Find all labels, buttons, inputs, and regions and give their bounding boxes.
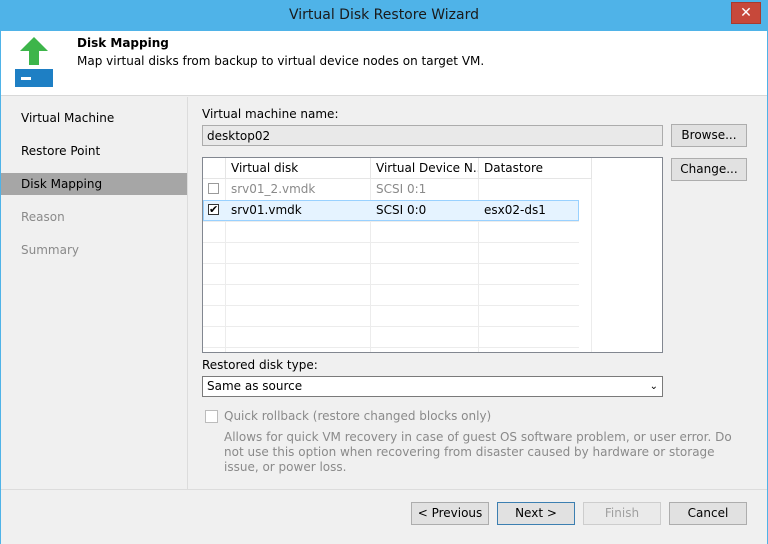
change-button[interactable]: Change... [671, 158, 747, 181]
finish-button: Finish [583, 502, 661, 525]
nav-item-virtual-machine[interactable]: Virtual Machine [1, 107, 187, 129]
nav-item-disk-mapping[interactable]: Disk Mapping [1, 173, 187, 195]
title-bar[interactable]: Virtual Disk Restore Wizard ✕ [1, 1, 767, 31]
step-title: Disk Mapping [77, 36, 169, 50]
nav-item-reason: Reason [21, 210, 65, 224]
wizard-steps-nav: Virtual Machine Restore Point Disk Mappi… [1, 97, 188, 489]
row-checkbox[interactable] [208, 183, 219, 194]
cell-device-node: SCSI 0:0 [376, 203, 427, 217]
quick-rollback-label: Quick rollback (restore changed blocks o… [224, 409, 492, 423]
close-icon: ✕ [740, 5, 752, 21]
step-content: Virtual machine name: desktop02 Browse..… [189, 97, 767, 489]
disk-type-select[interactable]: Same as source ⌄ [202, 376, 663, 397]
previous-button[interactable]: < Previous [411, 502, 489, 525]
disk-type-value: Same as source [207, 379, 303, 393]
row-checkbox-checked[interactable]: ✔ [208, 204, 219, 215]
step-description: Map virtual disks from backup to virtual… [77, 54, 485, 68]
browse-button[interactable]: Browse... [671, 124, 747, 147]
close-button[interactable]: ✕ [731, 2, 761, 24]
cell-device-node: SCSI 0:1 [376, 182, 427, 196]
header-checkbox-column[interactable] [203, 158, 226, 179]
table-row[interactable]: srv01_2.vmdk SCSI 0:1 [203, 179, 579, 200]
vm-name-label: Virtual machine name: [202, 107, 339, 121]
chevron-down-icon: ⌄ [649, 381, 658, 392]
cell-datastore [479, 179, 592, 200]
wizard-footer: < Previous Next > Finish Cancel [1, 489, 767, 544]
cancel-button[interactable]: Cancel [669, 502, 747, 525]
disk-mapping-table[interactable]: Virtual disk Virtual Device N... Datasto… [202, 157, 663, 353]
window-title: Virtual Disk Restore Wizard [288, 7, 480, 23]
column-header-datastore[interactable]: Datastore [479, 158, 592, 179]
quick-rollback-description: Allows for quick VM recovery in case of … [224, 430, 732, 474]
wizard-header: Disk Mapping Map virtual disks from back… [1, 31, 767, 96]
table-row-selected[interactable]: ✔ srv01.vmdk SCSI 0:0 esx02-ds1 [203, 200, 579, 221]
nav-item-restore-point[interactable]: Restore Point [1, 140, 187, 162]
cell-datastore: esx02-ds1 [484, 203, 546, 217]
quick-rollback-checkbox[interactable] [205, 410, 218, 423]
table-header: Virtual disk Virtual Device N... Datasto… [203, 158, 662, 179]
restore-arrow-icon [15, 37, 53, 87]
wizard-window: Virtual Disk Restore Wizard ✕ Disk Mappi… [0, 0, 768, 544]
column-header-virtual-device-node[interactable]: Virtual Device N... [371, 158, 479, 179]
vm-name-field[interactable]: desktop02 [202, 125, 663, 146]
next-button[interactable]: Next > [497, 502, 575, 525]
nav-item-summary: Summary [21, 243, 79, 257]
cell-virtual-disk: srv01_2.vmdk [231, 182, 316, 196]
column-header-virtual-disk[interactable]: Virtual disk [226, 158, 371, 179]
cell-virtual-disk: srv01.vmdk [231, 203, 302, 217]
disk-type-label: Restored disk type: [202, 358, 318, 372]
